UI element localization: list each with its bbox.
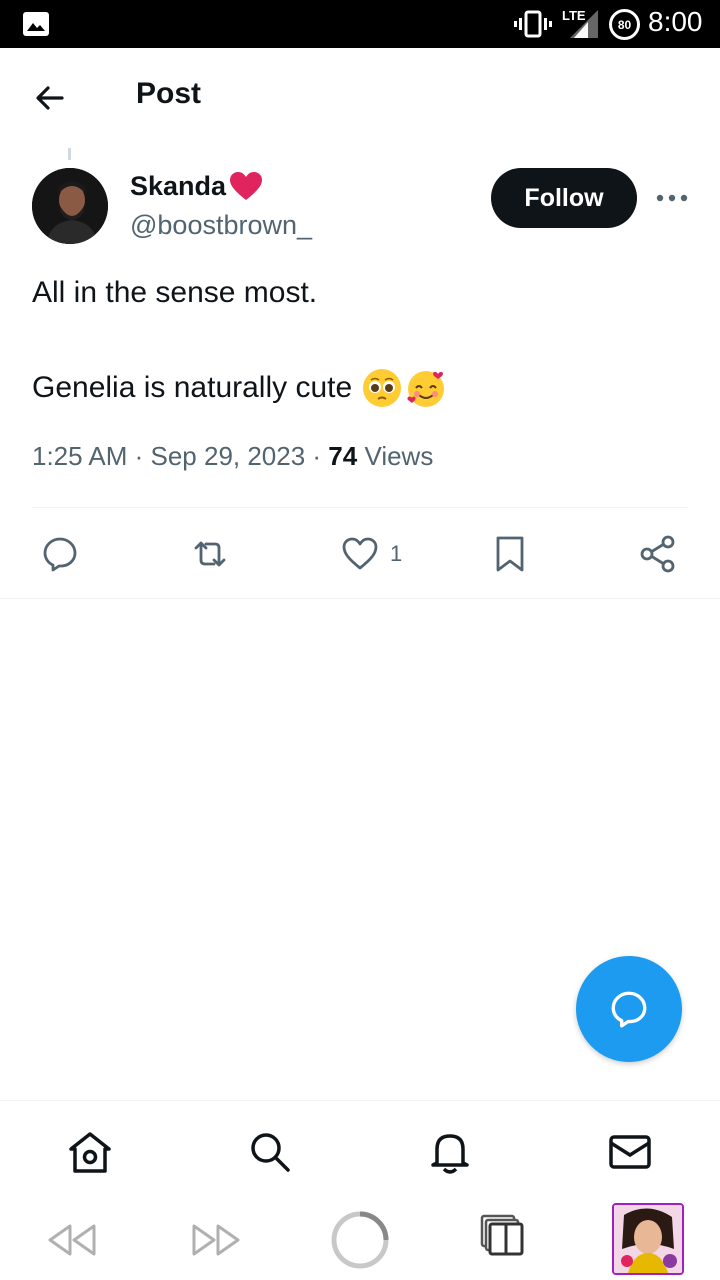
- smiling-face-with-hearts-emoji: [407, 371, 445, 407]
- bell-icon[interactable]: [427, 1129, 473, 1175]
- clock: 8:00: [648, 6, 703, 37]
- views-count[interactable]: 74: [328, 441, 357, 471]
- reply-fab[interactable]: [576, 956, 682, 1062]
- retweet-icon: [194, 541, 226, 567]
- system-navigation-bar: [0, 1200, 720, 1280]
- like-count: 1: [390, 541, 403, 566]
- page-title: Post: [136, 77, 202, 110]
- timestamp[interactable]: 1:25 AM · Sep 29, 2023 ·: [32, 441, 328, 471]
- vibrate-icon: [514, 10, 552, 38]
- views-label: Views: [357, 441, 434, 471]
- thread-line: [68, 148, 71, 160]
- tweet-text-line-1: All in the sense most.: [32, 276, 318, 309]
- bookmark-button[interactable]: [490, 532, 530, 576]
- home-circle-icon[interactable]: [330, 1210, 390, 1270]
- share-button[interactable]: [638, 532, 678, 576]
- home-icon[interactable]: [67, 1129, 113, 1175]
- user-handle[interactable]: @boostbrown_: [130, 210, 312, 241]
- mail-icon[interactable]: [607, 1129, 653, 1175]
- bottom-navigation: [0, 1100, 720, 1200]
- like-button[interactable]: 1: [340, 532, 402, 576]
- battery-icon: 80: [609, 9, 640, 40]
- status-bar: LTE 80 8:00: [0, 0, 720, 48]
- retweet-button[interactable]: [190, 532, 230, 576]
- pleading-face-emoji: [363, 369, 402, 407]
- bookmark-icon: [496, 536, 524, 572]
- more-options-icon[interactable]: [652, 184, 692, 212]
- thumbnail-image: [614, 1205, 682, 1273]
- reply-icon: [611, 991, 647, 1028]
- follow-button[interactable]: Follow: [491, 168, 637, 228]
- top-app-bar: Post: [0, 48, 720, 148]
- divider: [0, 598, 720, 599]
- reply-icon: [43, 537, 77, 572]
- share-icon: [640, 535, 675, 573]
- tweet-text-line-2-text: Genelia is naturally cute: [32, 371, 353, 404]
- battery-level: 80: [617, 17, 632, 32]
- avatar[interactable]: [32, 168, 108, 244]
- recents-icon[interactable]: [480, 1214, 526, 1258]
- network-type: LTE: [562, 8, 586, 23]
- fast-forward-icon[interactable]: [190, 1222, 242, 1258]
- gallery-icon: [23, 12, 49, 36]
- avatar-image: [32, 168, 108, 244]
- divider: [32, 507, 688, 508]
- app-thumbnail[interactable]: [612, 1203, 684, 1275]
- red-heart-emoji: [230, 172, 263, 200]
- display-name-text: Skanda: [130, 170, 227, 201]
- tweet-meta: 1:25 AM · Sep 29, 2023 · 74 Views: [32, 441, 433, 472]
- display-name[interactable]: Skanda: [130, 170, 264, 202]
- tweet-text-line-2: Genelia is naturally cute: [32, 368, 446, 408]
- rewind-icon[interactable]: [46, 1222, 98, 1258]
- search-icon[interactable]: [247, 1129, 293, 1175]
- arrow-left-icon[interactable]: [30, 78, 70, 118]
- reply-button[interactable]: [40, 532, 80, 576]
- heart-icon: [342, 537, 378, 570]
